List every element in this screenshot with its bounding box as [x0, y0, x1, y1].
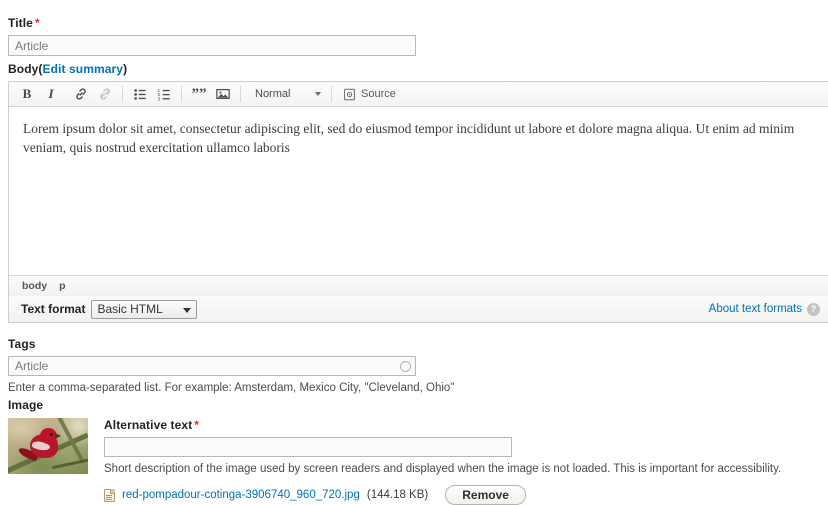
- title-field-group: Title *: [8, 16, 820, 56]
- body-label-text: Body: [8, 62, 39, 76]
- autocomplete-throbber-icon: [400, 361, 411, 372]
- blockquote-button[interactable]: ””: [187, 83, 211, 105]
- image-field-group: Image Alternative text * Short descripti…: [8, 398, 826, 505]
- thumbnail-bird-eye: [50, 433, 53, 436]
- blockquote-icon: ””: [191, 86, 207, 102]
- title-label-text: Title: [8, 16, 33, 30]
- about-text-formats: About text formats ?: [709, 302, 820, 316]
- unlink-icon: [98, 87, 112, 101]
- editor-toolbar: B I 1 2 3 ”” Normal Source: [9, 82, 828, 107]
- source-button[interactable]: Source: [337, 83, 402, 105]
- link-button[interactable]: [69, 83, 93, 105]
- body-label: Body(Edit summary): [8, 62, 127, 76]
- italic-button[interactable]: I: [39, 83, 63, 105]
- image-row: Alternative text * Short description of t…: [8, 418, 826, 505]
- uploaded-file-size: (144.18 KB): [366, 489, 429, 501]
- toolbar-separator-1: [122, 86, 123, 102]
- bulleted-list-button[interactable]: [128, 83, 152, 105]
- italic-label: I: [48, 86, 54, 101]
- source-icon: [343, 88, 356, 101]
- remove-button[interactable]: Remove: [445, 485, 526, 505]
- thumbnail-bird-beak: [55, 433, 61, 439]
- source-label: Source: [361, 88, 396, 100]
- uploaded-file-row: red-pompadour-cotinga-3906740_960_720.jp…: [104, 485, 826, 505]
- bold-label: B: [22, 86, 32, 101]
- title-input[interactable]: [8, 35, 416, 56]
- unlink-button[interactable]: [93, 83, 117, 105]
- body-close-paren: ): [123, 62, 128, 76]
- tags-input[interactable]: [8, 356, 416, 376]
- tags-description: Enter a comma-separated list. For exampl…: [8, 382, 455, 394]
- text-format-label: Text format: [21, 302, 86, 316]
- about-text-formats-link[interactable]: About text formats: [709, 303, 802, 315]
- node-edit-form: Title* Body(Edit summary) B I: [0, 0, 828, 505]
- numbered-list-button[interactable]: 1 2 3: [152, 83, 176, 105]
- title-label: Title *: [8, 16, 40, 30]
- text-format-select[interactable]: Basic HTML Restricted HTML Full HTML: [91, 299, 198, 319]
- text-format-select-wrap: Basic HTML Restricted HTML Full HTML: [91, 299, 198, 319]
- insert-image-button[interactable]: [211, 83, 235, 105]
- alt-text-description: Short description of the image used by s…: [104, 463, 782, 475]
- image-thumbnail[interactable]: [8, 418, 88, 474]
- svg-text:3: 3: [157, 96, 160, 101]
- tags-field-group: Tags Enter a comma-separated list. For e…: [8, 337, 454, 395]
- alt-text-input[interactable]: [104, 437, 512, 457]
- paragraph-format-label: Normal: [255, 88, 291, 100]
- tags-label: Tags: [8, 337, 36, 351]
- bold-button[interactable]: B: [15, 83, 39, 105]
- edit-summary-link[interactable]: Edit summary: [43, 62, 124, 76]
- editor-elements-path: body p: [9, 275, 828, 296]
- toolbar-separator-3: [240, 86, 241, 102]
- alt-text-required-marker: *: [194, 418, 200, 432]
- element-path-body[interactable]: body: [22, 280, 47, 292]
- image-fields: Alternative text * Short description of t…: [104, 418, 826, 505]
- uploaded-file-link[interactable]: red-pompadour-cotinga-3906740_960_720.jp…: [122, 489, 360, 501]
- toolbar-separator-4: [331, 86, 332, 102]
- chevron-down-icon: [315, 92, 321, 96]
- numbered-list-icon: 1 2 3: [157, 87, 171, 101]
- body-rich-text-editor: B I 1 2 3 ”” Normal Source Lorem ipsum d…: [8, 81, 828, 297]
- paragraph-format-dropdown[interactable]: Normal: [246, 83, 326, 105]
- image-icon: [216, 87, 230, 101]
- file-icon: [104, 488, 115, 502]
- toolbar-separator-2: [181, 86, 182, 102]
- title-required-marker: *: [34, 16, 40, 30]
- link-icon: [74, 87, 88, 101]
- text-format-bar: Text format Basic HTML Restricted HTML F…: [8, 296, 828, 323]
- bulleted-list-icon: [133, 87, 147, 101]
- element-path-p[interactable]: p: [59, 280, 65, 292]
- body-editable-area[interactable]: Lorem ipsum dolor sit amet, consectetur …: [9, 107, 828, 275]
- help-icon[interactable]: ?: [807, 302, 820, 316]
- tags-input-wrap: [8, 356, 416, 376]
- image-label: Image: [8, 398, 44, 412]
- body-paragraph: Lorem ipsum dolor sit amet, consectetur …: [23, 121, 795, 155]
- alt-text-label: Alternative text *: [104, 418, 199, 432]
- alt-text-label-text: Alternative text: [104, 418, 193, 432]
